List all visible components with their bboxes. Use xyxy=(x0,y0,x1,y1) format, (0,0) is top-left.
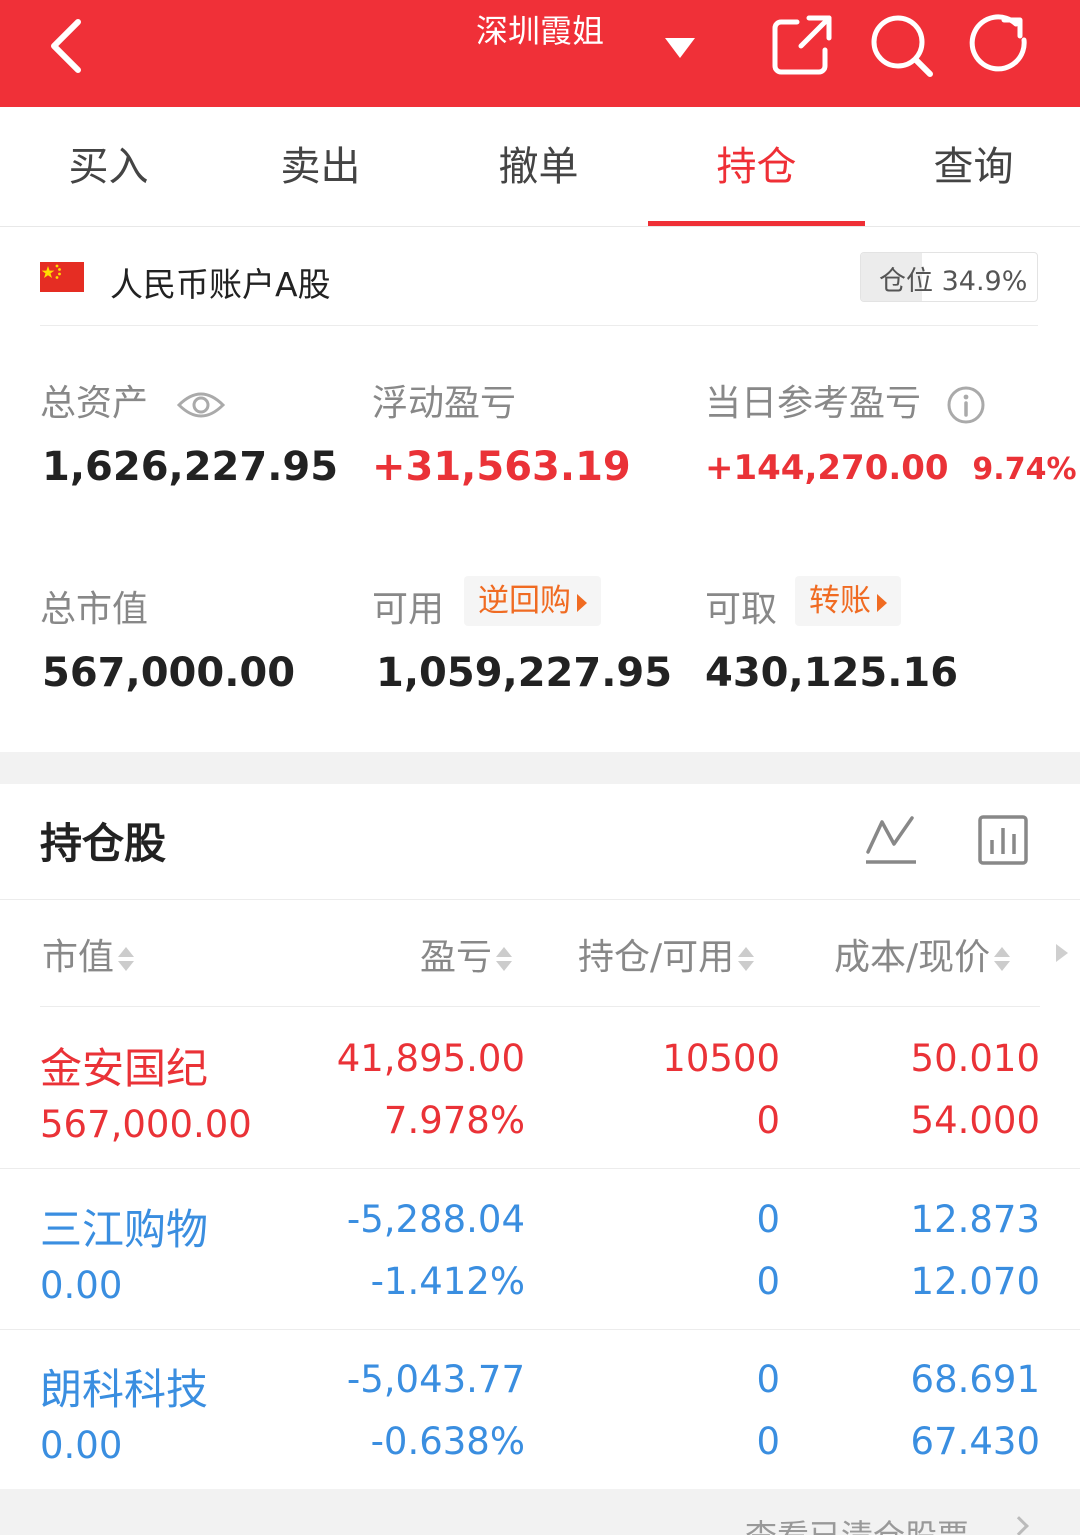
market-value-label: 总市值 xyxy=(40,589,149,630)
stock-pl-percent: -0.638% xyxy=(370,1420,525,1463)
account-name: 人民币账户A股 xyxy=(110,265,331,304)
reverse-repo-button[interactable]: 逆回购 xyxy=(464,576,601,626)
search-icon[interactable] xyxy=(866,10,936,80)
column-header-cost-price[interactable]: 成本/现价 xyxy=(834,928,1011,980)
refresh-icon[interactable] xyxy=(966,10,1036,80)
stock-market-value: 567,000.00 xyxy=(40,1103,252,1146)
back-arrow-icon[interactable] xyxy=(30,10,100,80)
column-header-holding-available[interactable]: 持仓/可用 xyxy=(578,928,755,980)
stock-holding: 0 xyxy=(756,1198,780,1241)
floating-pl-value: +31,563.19 xyxy=(372,444,631,490)
position-value: 34.9% xyxy=(941,266,1028,297)
sort-icon xyxy=(118,941,135,977)
tab-sell[interactable]: 卖出 xyxy=(212,107,429,227)
sort-icon xyxy=(738,941,755,977)
available-label: 可用 xyxy=(372,589,445,630)
holding-row[interactable]: 金安国纪 567,000.00 41,895.00 7.978% 10500 0… xyxy=(0,1009,1080,1169)
triangle-down-icon[interactable] xyxy=(645,10,715,80)
section-divider xyxy=(0,752,1080,784)
stock-pl-percent: 7.978% xyxy=(383,1099,525,1142)
stock-cost: 68.691 xyxy=(910,1358,1040,1401)
chevron-right-icon xyxy=(1009,1516,1029,1535)
triangle-right-icon xyxy=(877,593,887,612)
footer-bar: 查看已清仓股票 xyxy=(0,1489,1080,1535)
china-flag-icon xyxy=(40,262,84,292)
account-row[interactable]: 人民币账户A股 仓位 34.9% xyxy=(40,228,1038,326)
info-icon[interactable] xyxy=(946,385,986,425)
sort-icon xyxy=(994,941,1011,977)
stock-cost: 12.873 xyxy=(910,1198,1040,1241)
total-assets-value: 1,626,227.95 xyxy=(42,444,339,490)
stock-holding: 0 xyxy=(756,1358,780,1401)
trade-tabs: 买入 卖出 撤单 持仓 查询 xyxy=(0,107,1080,227)
stock-cost: 50.010 xyxy=(910,1037,1040,1080)
withdrawable-value: 430,125.16 xyxy=(705,650,959,696)
page-title[interactable]: 深圳霞姐 xyxy=(440,6,640,52)
tab-holdings[interactable]: 持仓 xyxy=(648,107,865,227)
more-columns-icon[interactable] xyxy=(1056,944,1068,962)
holding-row[interactable]: 三江购物 0.00 -5,288.04 -1.412% 0 0 12.873 1… xyxy=(0,1170,1080,1330)
tab-query[interactable]: 查询 xyxy=(865,107,1080,227)
daily-pl-percent: 9.74% xyxy=(972,452,1077,487)
stock-price: 54.000 xyxy=(910,1099,1040,1142)
stock-available: 0 xyxy=(756,1420,780,1463)
stock-price: 12.070 xyxy=(910,1260,1040,1303)
triangle-right-icon xyxy=(577,593,587,612)
tab-buy[interactable]: 买入 xyxy=(0,107,217,227)
stock-name: 三江购物 xyxy=(40,1205,209,1254)
position-label: 仓位 xyxy=(879,266,933,297)
bar-chart-icon[interactable] xyxy=(977,814,1029,866)
available-value: 1,059,227.95 xyxy=(376,650,673,696)
stock-pl: 41,895.00 xyxy=(336,1037,525,1080)
stock-name: 朗科科技 xyxy=(40,1365,209,1414)
top-bar: 深圳霞姐 xyxy=(0,0,1080,107)
position-ratio-text: 仓位 34.9% xyxy=(879,259,1027,298)
holdings-title: 持仓股 xyxy=(40,819,167,868)
stock-name: 金安国纪 xyxy=(40,1044,209,1093)
eye-icon[interactable] xyxy=(177,389,226,421)
stock-pl: -5,043.77 xyxy=(346,1358,525,1401)
stock-holding: 10500 xyxy=(662,1037,780,1080)
stock-market-value: 0.00 xyxy=(40,1264,123,1307)
floating-pl-label: 浮动盈亏 xyxy=(372,383,517,424)
stock-available: 0 xyxy=(756,1099,780,1142)
stock-pl: -5,288.04 xyxy=(346,1198,525,1241)
stock-pl-percent: -1.412% xyxy=(370,1260,525,1303)
withdrawable-label: 可取 xyxy=(705,589,778,630)
tab-cancel-order[interactable]: 撤单 xyxy=(430,107,647,227)
divider xyxy=(0,899,1080,900)
daily-pl-label: 当日参考盈亏 xyxy=(705,374,986,426)
holding-row[interactable]: 朗科科技 0.00 -5,043.77 -0.638% 0 0 68.691 6… xyxy=(0,1330,1080,1490)
column-header-market-value[interactable]: 市值 xyxy=(42,928,135,980)
divider xyxy=(40,1006,1040,1007)
view-cleared-stocks-link[interactable]: 查看已清仓股票 xyxy=(745,1511,969,1535)
stock-available: 0 xyxy=(756,1260,780,1303)
column-header-pl[interactable]: 盈亏 xyxy=(420,928,513,980)
total-assets-label: 总资产 xyxy=(40,374,226,426)
sort-icon xyxy=(496,941,513,977)
line-chart-icon[interactable] xyxy=(864,814,918,866)
transfer-button[interactable]: 转账 xyxy=(795,576,901,626)
market-value-value: 567,000.00 xyxy=(42,650,296,696)
share-external-icon[interactable] xyxy=(767,10,837,80)
stock-price: 67.430 xyxy=(910,1420,1040,1463)
position-ratio-badge: 仓位 34.9% xyxy=(860,252,1038,302)
stock-market-value: 0.00 xyxy=(40,1424,123,1467)
daily-pl-value: +144,270.00 9.74% xyxy=(705,448,1077,488)
